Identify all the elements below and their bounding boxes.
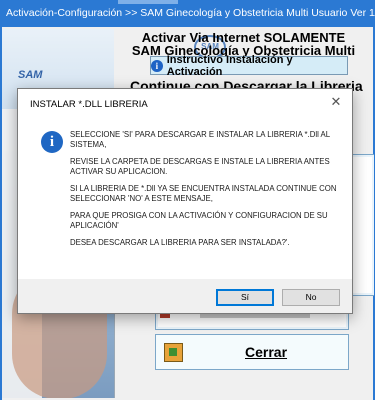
- title-bar: Activación-Configuración >> SAM Ginecolo…: [0, 0, 375, 27]
- message-line: REVISE LA CARPETA DE DESCARGAS E INSTALE…: [70, 157, 330, 176]
- left-logo: SAM: [18, 69, 43, 81]
- dialog-message: SELECCIONE 'SI' PARA DESCARGAR E INSTALA…: [70, 130, 346, 255]
- information-icon: i: [41, 131, 63, 153]
- message-line: SELECCIONE 'SI' PARA DESCARGAR E INSTALA…: [70, 130, 330, 149]
- info-icon: i: [151, 59, 163, 72]
- no-button[interactable]: No: [282, 289, 340, 306]
- cerrar-label: Cerrar: [245, 344, 288, 360]
- message-line: SI LA LIBRERIA DE *.Dll YA SE ENCUENTRA …: [70, 184, 337, 203]
- exit-icon: [164, 342, 183, 362]
- message-line: DESEA DESCARGAR LA LIBRERIA PARA SER INS…: [70, 238, 290, 247]
- dialog-title: INSTALAR *.DLL LIBRERIA: [30, 99, 148, 110]
- message-line: PARA QUE PROSIGA CON LA ACTIVACIÓN Y CON…: [70, 211, 328, 230]
- title-bar-strip: [118, 0, 178, 4]
- install-dll-dialog: INSTALAR *.DLL LIBRERIA ✕ i SELECCIONE '…: [17, 88, 353, 314]
- cerrar-button[interactable]: Cerrar: [155, 334, 349, 370]
- instructivo-label: Instructivo Instalación y Activación: [166, 53, 293, 78]
- dialog-footer: Sí No: [18, 279, 352, 313]
- window-title: Activación-Configuración >> SAM Ginecolo…: [6, 7, 375, 19]
- instructivo-button[interactable]: i Instructivo Instalación y Activación: [150, 53, 348, 78]
- yes-button[interactable]: Sí: [216, 289, 274, 306]
- close-icon[interactable]: ✕: [328, 94, 344, 110]
